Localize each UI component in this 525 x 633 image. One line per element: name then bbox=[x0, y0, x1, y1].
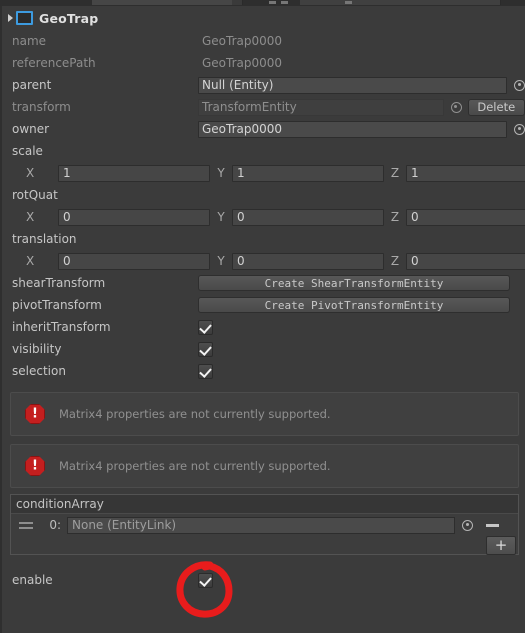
triangle-right-icon[interactable] bbox=[8, 14, 13, 22]
property-label-name: name bbox=[12, 34, 47, 48]
translation-x-input[interactable]: 0 bbox=[58, 252, 210, 270]
delete-transform-button[interactable]: Delete bbox=[467, 98, 525, 116]
rotquat-z-input[interactable]: 0 bbox=[406, 208, 525, 226]
name-field: GeoTrap0000 bbox=[202, 34, 283, 48]
error-message-text: Matrix4 properties are not currently sup… bbox=[59, 459, 331, 473]
axis-label-z: Z bbox=[390, 254, 400, 268]
visibility-checkbox[interactable] bbox=[198, 341, 213, 357]
translation-z-input[interactable]: 0 bbox=[406, 252, 525, 270]
remove-array-row-button[interactable] bbox=[482, 518, 502, 532]
error-octagon-icon bbox=[25, 404, 45, 424]
reference-path-field: GeoTrap0000 bbox=[202, 56, 283, 70]
target-picker-icon[interactable] bbox=[514, 79, 525, 91]
axis-label-y: Y bbox=[217, 166, 225, 180]
axis-label-x: X bbox=[26, 210, 35, 224]
property-label-pivot-transform: pivotTransform bbox=[12, 298, 102, 312]
vector-label-row-rotquat: rotQuat bbox=[2, 184, 525, 206]
target-picker-icon[interactable] bbox=[450, 101, 462, 113]
inspector-body: GeoTrap name GeoTrap0000 referencePath G… bbox=[0, 6, 525, 633]
create-shear-transform-entity-button[interactable]: Create ShearTransformEntity bbox=[198, 275, 510, 291]
selection-checkbox[interactable] bbox=[198, 363, 213, 379]
axis-label-z: Z bbox=[390, 166, 400, 180]
property-row-enable: enable bbox=[2, 569, 525, 591]
create-pivot-transform-entity-button[interactable]: Create PivotTransformEntity bbox=[198, 297, 510, 313]
property-label-inherit-transform: inheritTransform bbox=[12, 320, 111, 334]
rotquat-x-input[interactable]: 0 bbox=[58, 208, 210, 226]
property-row-visibility: visibility bbox=[2, 338, 525, 360]
property-label-owner: owner bbox=[12, 122, 50, 136]
enable-checkbox[interactable] bbox=[198, 572, 213, 588]
owner-field[interactable]: GeoTrap0000 bbox=[198, 120, 507, 138]
rotquat-y-input[interactable]: 0 bbox=[232, 208, 384, 226]
property-row-reference-path: referencePath GeoTrap0000 bbox=[2, 52, 525, 74]
parent-field[interactable]: Null (Entity) bbox=[198, 76, 507, 94]
array-footer: + bbox=[11, 535, 518, 555]
condition-array-title: conditionArray bbox=[11, 495, 518, 514]
property-row-transform: transform TransformEntity Delete bbox=[2, 96, 525, 118]
axis-label-y: Y bbox=[217, 210, 225, 224]
property-inspector-panel: GeoTrap name GeoTrap0000 referencePath G… bbox=[0, 0, 525, 633]
transform-field: TransformEntity bbox=[198, 98, 444, 116]
property-row-name: name GeoTrap0000 bbox=[2, 30, 525, 52]
array-row-index: 0: bbox=[49, 518, 61, 532]
axis-label-x: X bbox=[26, 166, 35, 180]
error-octagon-icon bbox=[25, 456, 45, 476]
property-row-owner: owner GeoTrap0000 bbox=[2, 118, 525, 140]
inherit-transform-checkbox[interactable] bbox=[198, 319, 213, 335]
property-row-parent: parent Null (Entity) bbox=[2, 74, 525, 96]
axis-label-z: Z bbox=[390, 210, 400, 224]
vector-row-rotquat: X 0 Y 0 Z 0 bbox=[2, 206, 525, 228]
scale-y-input[interactable]: 1 bbox=[232, 164, 384, 182]
property-row-pivot-transform: pivotTransform Create PivotTransformEnti… bbox=[2, 294, 525, 316]
drag-handle-icon[interactable] bbox=[19, 521, 33, 529]
property-label-selection: selection bbox=[12, 364, 66, 378]
vector-label-rotquat: rotQuat bbox=[12, 188, 58, 202]
error-message-box: Matrix4 properties are not currently sup… bbox=[10, 444, 519, 488]
property-row-inherit-transform: inheritTransform bbox=[2, 316, 525, 338]
property-label-visibility: visibility bbox=[12, 342, 62, 356]
translation-y-input[interactable]: 0 bbox=[232, 252, 384, 270]
property-label-transform: transform bbox=[12, 100, 71, 114]
property-row-selection: selection bbox=[2, 360, 525, 382]
toolbar-dot bbox=[269, 1, 276, 4]
error-message-box: Matrix4 properties are not currently sup… bbox=[10, 392, 519, 436]
property-row-shear-transform: shearTransform Create ShearTransformEnti… bbox=[2, 272, 525, 294]
property-label-parent: parent bbox=[12, 78, 52, 92]
vector-row-translation: X 0 Y 0 Z 0 bbox=[2, 250, 525, 272]
property-label-enable: enable bbox=[12, 573, 53, 587]
vector-label-row-scale: scale bbox=[2, 140, 525, 162]
property-label-reference-path: referencePath bbox=[12, 56, 96, 70]
inspector-header[interactable]: GeoTrap bbox=[2, 6, 525, 30]
array-row-value-field[interactable]: None (EntityLink) bbox=[67, 516, 455, 534]
toolbar-dot bbox=[345, 1, 352, 4]
toolbar-chip bbox=[232, 0, 243, 5]
error-message-text: Matrix4 properties are not currently sup… bbox=[59, 407, 331, 421]
add-array-row-button[interactable]: + bbox=[486, 535, 516, 555]
target-picker-icon[interactable] bbox=[462, 519, 473, 531]
array-row: 0: None (EntityLink) bbox=[11, 514, 518, 536]
scale-x-input[interactable]: 1 bbox=[58, 164, 210, 182]
axis-label-y: Y bbox=[217, 254, 225, 268]
vector-label-scale: scale bbox=[12, 144, 43, 158]
toolbar-dot bbox=[281, 1, 288, 4]
vector-label-row-translation: translation bbox=[2, 228, 525, 250]
axis-label-x: X bbox=[26, 254, 35, 268]
toolbar-chip bbox=[92, 0, 233, 5]
page-title: GeoTrap bbox=[39, 10, 99, 26]
condition-array-widget: conditionArray 0: None (EntityLink) + bbox=[10, 494, 519, 555]
vector-row-scale: X 1 Y 1 Z 1 bbox=[2, 162, 525, 184]
property-label-shear-transform: shearTransform bbox=[12, 276, 106, 290]
target-picker-icon[interactable] bbox=[514, 123, 525, 135]
entity-box-icon bbox=[16, 11, 33, 25]
scale-z-input[interactable]: 1 bbox=[406, 164, 525, 182]
vector-label-translation: translation bbox=[12, 232, 77, 246]
toolbar-chip bbox=[300, 0, 501, 5]
